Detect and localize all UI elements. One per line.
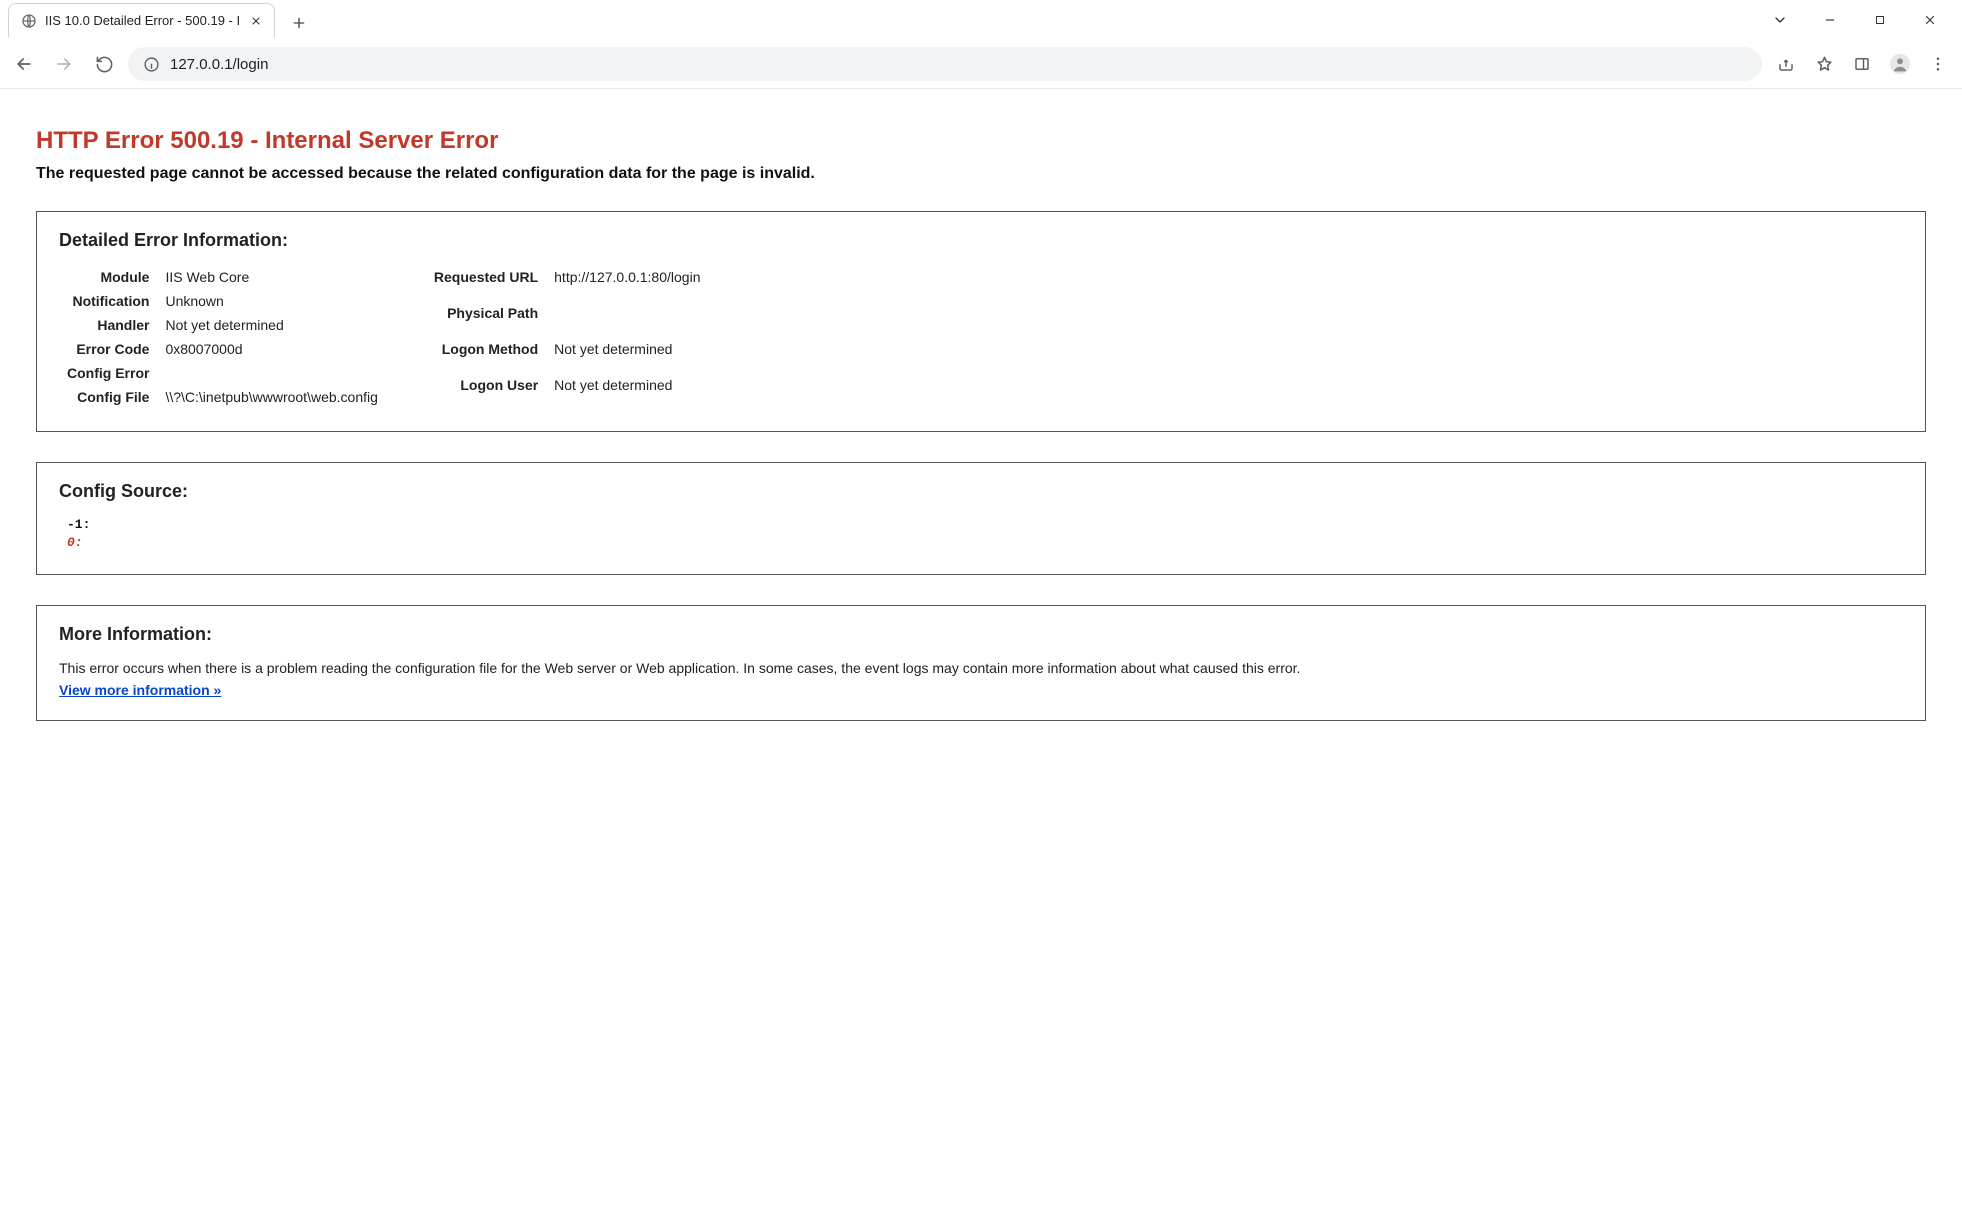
window-minimize-button[interactable] [1808, 5, 1852, 35]
detail-value: 0x8007000d [157, 337, 385, 361]
detail-value: \\?\C:\inetpub\wwwroot\web.config [157, 385, 385, 409]
menu-dots-icon[interactable] [1922, 48, 1954, 80]
view-more-information-link[interactable]: View more information » [59, 682, 221, 698]
detail-key: Notification [59, 289, 157, 313]
detail-value [546, 301, 708, 337]
page-subtitle: The requested page cannot be accessed be… [36, 165, 1926, 183]
detail-key: Config Error [59, 361, 157, 385]
forward-button[interactable] [48, 48, 80, 80]
detail-key: Logon User [426, 373, 546, 409]
detail-key: Handler [59, 313, 157, 337]
detail-table-right: Requested URLhttp://127.0.0.1:80/loginPh… [426, 265, 709, 409]
page-title: HTTP Error 500.19 - Internal Server Erro… [36, 127, 1926, 155]
profile-icon[interactable] [1884, 48, 1916, 80]
tab-title: IIS 10.0 Detailed Error - 500.19 - I [45, 13, 240, 28]
config-source-panel: Config Source: -1: 0: [36, 462, 1926, 575]
detail-heading: Detailed Error Information: [59, 230, 1903, 251]
detail-key: Error Code [59, 337, 157, 361]
detail-value [157, 361, 385, 385]
detail-value: http://127.0.0.1:80/login [546, 265, 708, 301]
globe-icon [21, 13, 37, 29]
detail-table-left: ModuleIIS Web CoreNotificationUnknownHan… [59, 265, 386, 409]
more-info-text: This error occurs when there is a proble… [59, 659, 1903, 678]
detail-value: Not yet determined [157, 313, 385, 337]
detail-key: Requested URL [426, 265, 546, 301]
browser-tab[interactable]: IIS 10.0 Detailed Error - 500.19 - I [8, 3, 275, 37]
config-source-line: -1: [67, 516, 1903, 534]
detail-value: Unknown [157, 289, 385, 313]
share-icon[interactable] [1770, 48, 1802, 80]
url-text: 127.0.0.1/login [170, 56, 268, 73]
config-source-line: 0: [67, 534, 1903, 552]
more-info-heading: More Information: [59, 624, 1903, 645]
site-info-icon[interactable] [142, 55, 160, 73]
address-bar[interactable]: 127.0.0.1/login [128, 47, 1762, 81]
config-source-heading: Config Source: [59, 481, 1903, 502]
bookmark-star-icon[interactable] [1808, 48, 1840, 80]
new-tab-button[interactable] [285, 9, 313, 37]
detail-value: IIS Web Core [157, 265, 385, 289]
detail-key: Logon Method [426, 337, 546, 373]
detailed-error-panel: Detailed Error Information: ModuleIIS We… [36, 211, 1926, 432]
window-close-button[interactable] [1908, 5, 1952, 35]
detail-key: Config File [59, 385, 157, 409]
window-maximize-button[interactable] [1858, 5, 1902, 35]
tab-close-icon[interactable] [248, 13, 264, 29]
detail-value: Not yet determined [546, 337, 708, 373]
side-panel-icon[interactable] [1846, 48, 1878, 80]
back-button[interactable] [8, 48, 40, 80]
detail-value: Not yet determined [546, 373, 708, 409]
chevron-down-icon[interactable] [1758, 5, 1802, 35]
detail-key: Physical Path [426, 301, 546, 337]
detail-key: Module [59, 265, 157, 289]
more-information-panel: More Information: This error occurs when… [36, 605, 1926, 721]
reload-button[interactable] [88, 48, 120, 80]
